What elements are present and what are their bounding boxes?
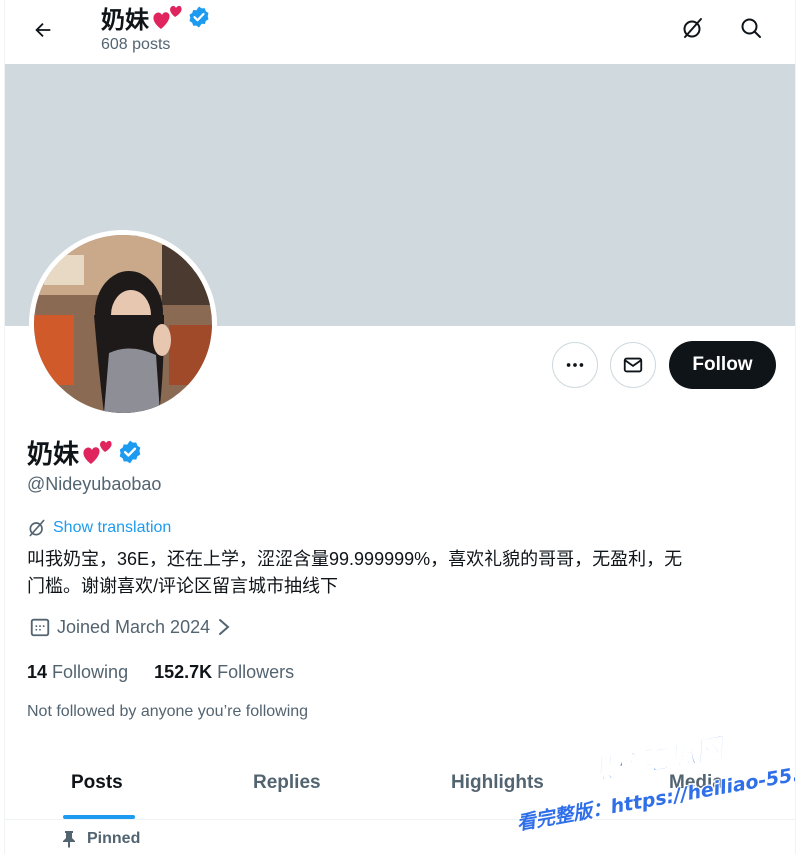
verified-badge-icon[interactable]: [117, 439, 143, 465]
joined-date[interactable]: Joined March 2024: [29, 616, 232, 638]
profile-page: 奶妹 608 posts Follow 奶妹 @Nideyubaobao Sho…: [4, 0, 796, 854]
joined-label: Joined March 2024: [57, 616, 211, 637]
avatar-photo: [34, 235, 212, 413]
pinned-indicator: Pinned: [61, 830, 140, 848]
tab-replies[interactable]: Replies: [253, 772, 321, 794]
message-button[interactable]: [610, 342, 656, 388]
profile-bio: 叫我奶宝，36E，还在上学，涩涩含量99.999999%，喜欢礼貌的哥哥，无盈利…: [27, 546, 767, 600]
tab-posts[interactable]: Posts: [71, 772, 123, 794]
two-hearts-icon: [83, 440, 112, 464]
following-count: 14: [27, 662, 48, 682]
verified-badge-icon: [189, 6, 209, 28]
bio-line: 叫我奶宝，36E，还在上学，涩涩含量99.999999%，喜欢礼貌的哥哥，无盈利…: [27, 549, 683, 569]
bio-line: 门槛。谢谢喜欢/评论区留言城市抽线下: [27, 576, 338, 596]
profile-name: 奶妹: [27, 434, 143, 470]
grok-button[interactable]: [675, 10, 711, 46]
followers-count: 152.7K: [154, 662, 213, 682]
profile-name-text: 奶妹: [27, 438, 80, 469]
avatar-container[interactable]: [29, 230, 217, 418]
header-post-count: 608 posts: [101, 36, 171, 53]
more-button[interactable]: [552, 342, 598, 388]
grok-icon: [29, 519, 45, 537]
envelope-icon: [623, 357, 643, 373]
calendar-icon: [30, 618, 50, 637]
profile-handle: @Nideyubaobao: [27, 474, 162, 494]
active-tab-indicator: [63, 815, 135, 819]
not-followed-notice: Not followed by anyone you’re following: [27, 703, 309, 720]
avatar[interactable]: [34, 235, 212, 413]
pinned-label: Pinned: [87, 830, 141, 847]
show-translation-link[interactable]: Show translation: [27, 518, 171, 538]
header-name: 奶妹: [101, 2, 211, 34]
tab-highlights[interactable]: Highlights: [451, 772, 544, 794]
follow-button[interactable]: Follow: [669, 341, 776, 389]
tab-media[interactable]: Media: [669, 772, 723, 794]
followers-link[interactable]: 152.7K Followers: [154, 662, 294, 683]
grok-icon: [683, 18, 702, 38]
search-icon: [741, 18, 761, 38]
top-bar: 奶妹 608 posts: [5, 0, 795, 64]
search-button[interactable]: [733, 10, 769, 46]
back-button[interactable]: [23, 10, 63, 50]
profile-tabs: Posts Replies Highlights Media: [5, 752, 795, 820]
two-hearts-icon: [153, 5, 182, 29]
more-horizontal-icon: [566, 363, 584, 367]
chevron-right-icon: [219, 619, 230, 635]
followers-label: Followers: [217, 662, 295, 682]
following-label: Following: [52, 662, 129, 682]
pin-icon: [63, 831, 75, 848]
follow-stats: 14 Following 152.7K Followers: [27, 662, 294, 683]
header-name-text: 奶妹: [101, 6, 149, 34]
arrow-left-icon: [35, 22, 51, 38]
show-translation-label[interactable]: Show translation: [53, 519, 171, 537]
following-link[interactable]: 14 Following: [27, 662, 128, 683]
